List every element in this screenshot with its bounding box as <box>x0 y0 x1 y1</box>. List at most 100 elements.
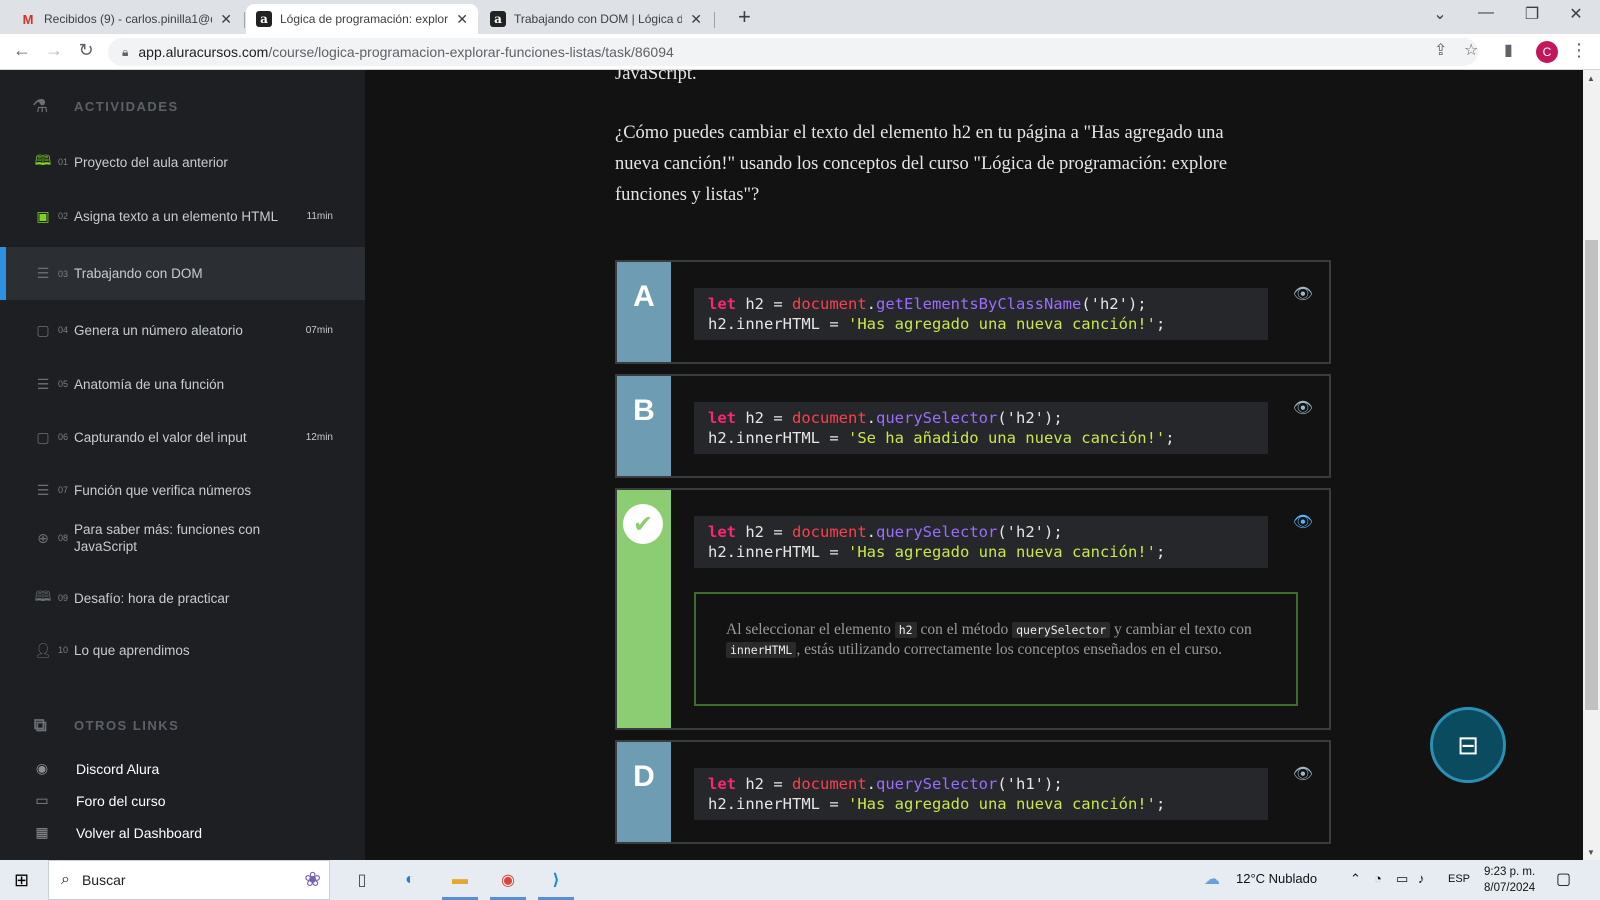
option-d[interactable]: D let h2 = document.querySelector('h1');… <box>615 740 1331 844</box>
item-number: 08 <box>58 533 69 543</box>
edge-icon[interactable]: ◐ <box>396 866 424 894</box>
notifications-icon[interactable]: ▢ <box>1556 869 1571 889</box>
link-foro-curso[interactable]: ▭ Foro del curso <box>34 792 165 809</box>
course-sidebar: ⚗ ACTIVIDADES 🕮 01 Proyecto del aula ant… <box>0 70 365 860</box>
sidebar-item-01[interactable]: 🕮 01 Proyecto del aula anterior <box>0 140 365 184</box>
flask-icon: ⚗ <box>32 96 50 116</box>
network-icon[interactable]: ◔ <box>1374 871 1382 886</box>
list-icon: ☰ <box>36 375 50 392</box>
plus-circle-icon: ⊕ <box>37 529 49 546</box>
eye-icon[interactable]: 👁︎ <box>1293 764 1313 784</box>
browser-menu-icon[interactable]: ⋮ <box>1570 40 1588 61</box>
close-tab-icon[interactable]: ✕ <box>220 11 232 28</box>
links-icon: ⧉ <box>33 715 49 735</box>
checkmark-icon: ✔ <box>623 504 663 544</box>
new-tab-button[interactable]: + <box>738 4 751 30</box>
page-scrollbar[interactable]: ▲ ▼ <box>1583 70 1600 860</box>
tab-trabajando-dom[interactable]: a Trabajando con DOM | Lógica de ✕ <box>480 4 712 34</box>
chrome-icon[interactable]: ◉ <box>494 866 522 894</box>
search-highlight-icon: ❀ <box>304 869 321 891</box>
close-tab-icon[interactable]: ✕ <box>690 11 702 28</box>
browser-tab-strip: M Recibidos (9) - carlos.pinilla1@dc ✕ a… <box>0 0 1600 34</box>
tray-chevron-icon[interactable]: ⌃ <box>1350 871 1361 887</box>
discord-icon: ◉ <box>35 760 49 776</box>
share-icon[interactable]: ⇪ <box>1434 40 1447 60</box>
option-letter: D <box>617 742 671 842</box>
weather-text[interactable]: 12°C Nublado <box>1236 871 1317 886</box>
windows-start-icon[interactable]: ⊞ <box>14 870 29 891</box>
tab-title: Recibidos (9) - carlos.pinilla1@dc <box>44 12 213 26</box>
close-window-button[interactable]: ✕ <box>1556 4 1596 24</box>
sidebar-item-03[interactable]: ☰ 03 Trabajando con DOM <box>0 247 365 300</box>
weather-cloud-icon: ☁ <box>1204 871 1220 888</box>
close-tab-icon[interactable]: ✕ <box>456 11 468 28</box>
back-button[interactable]: ← <box>10 40 34 61</box>
volume-icon[interactable]: ♪ <box>1418 871 1425 886</box>
link-volver-dashboard[interactable]: ▦ Volver al Dashboard <box>34 824 202 841</box>
item-number: 07 <box>58 485 69 495</box>
forward-button[interactable]: → <box>42 40 66 61</box>
eye-icon[interactable]: 👁︎ <box>1293 398 1313 418</box>
battery-icon[interactable]: ▭ <box>1396 871 1408 887</box>
task-view-icon[interactable]: ▯ <box>348 866 376 894</box>
list-icon: ☰ <box>36 265 50 281</box>
scroll-down-icon[interactable]: ▼ <box>1587 848 1595 857</box>
item-number: 01 <box>58 157 69 167</box>
item-duration: 07min <box>305 324 333 336</box>
scroll-thumb[interactable] <box>1585 240 1598 710</box>
item-label: Para saber más: funciones con JavaScript <box>74 522 261 554</box>
restore-button[interactable]: ❐ <box>1512 4 1552 24</box>
option-b[interactable]: B let h2 = document.querySelector('h2');… <box>615 374 1331 478</box>
sidebar-item-10[interactable]: 👤︎ 10 Lo que aprendimos <box>0 628 365 672</box>
dashboard-icon: ▦ <box>35 824 49 840</box>
link-discord-alura[interactable]: ◉ Discord Alura <box>34 760 159 777</box>
chat-assistant-button[interactable]: ⊟ <box>1430 707 1506 783</box>
sidebar-item-02[interactable]: ▣ 02 Asigna texto a un elemento HTML 11m… <box>0 194 365 238</box>
eye-icon[interactable]: 👁︎ <box>1293 284 1313 304</box>
vscode-icon[interactable]: ⟩ <box>542 866 570 894</box>
bookmark-star-icon[interactable]: ☆ <box>1464 40 1478 60</box>
tab-gmail[interactable]: M Recibidos (9) - carlos.pinilla1@dc ✕ <box>10 4 242 34</box>
language-indicator[interactable]: ESP <box>1448 873 1470 885</box>
book-icon: 🕮 <box>34 152 52 168</box>
profile-avatar[interactable]: C <box>1536 41 1558 63</box>
activities-header: ⚗ ACTIVIDADES <box>30 96 179 117</box>
option-a[interactable]: A let h2 = document.getElementsByClassNa… <box>615 260 1331 364</box>
sidebar-item-09[interactable]: 🕮 09 Desafío: hora de practicar <box>0 576 365 620</box>
url-path: /course/logica-programacion-explorar-fun… <box>268 44 674 60</box>
sidebar-item-07[interactable]: ☰ 07 Función que verifica números <box>0 468 365 512</box>
url-bar[interactable]: 🔒︎ app.aluracursos.com/course/logica-pro… <box>108 38 1478 66</box>
option-letter: A <box>617 262 671 362</box>
taskbar-search[interactable]: ⌕ Buscar ❀ <box>48 860 330 900</box>
search-placeholder: Buscar <box>81 872 126 888</box>
side-panel-icon[interactable]: ▮ <box>1504 40 1513 60</box>
option-c-correct[interactable]: ✔ let h2 = document.querySelector('h2');… <box>615 488 1331 730</box>
tab-logica-programacion[interactable]: a Lógica de programación: explora ✕ <box>246 4 478 34</box>
link-label: Foro del curso <box>76 792 166 809</box>
item-number: 06 <box>58 432 69 442</box>
minimize-button[interactable]: — <box>1466 4 1506 22</box>
other-links-header: ⧉ OTROS LINKS <box>30 715 179 736</box>
sidebar-item-08[interactable]: ⊕ 08 Para saber más: funciones con JavaS… <box>0 518 290 558</box>
item-number: 05 <box>58 379 69 389</box>
address-toolbar: ← → ↻ 🔒︎ app.aluracursos.com/course/logi… <box>0 34 1600 70</box>
item-duration: 11min <box>306 210 334 222</box>
eye-icon[interactable]: 👁︎ <box>1293 512 1313 532</box>
forum-icon: ▭ <box>35 792 49 808</box>
sidebar-item-06[interactable]: ▢ 06 Capturando el valor del input 12min <box>0 415 365 459</box>
sidebar-item-04[interactable]: ▢ 04 Genera un número aleatorio 07min <box>0 308 365 352</box>
video-icon: ▢ <box>36 428 50 445</box>
system-clock[interactable]: 9:23 p. m. 8/07/2024 <box>1484 864 1535 896</box>
link-label: Discord Alura <box>76 760 160 777</box>
code-block: let h2 = document.querySelector('h2'); h… <box>694 516 1268 568</box>
tab-title: Trabajando con DOM | Lógica de <box>514 12 683 26</box>
code-block: let h2 = document.querySelector('h2'); h… <box>694 402 1268 454</box>
sidebar-item-05[interactable]: ☰ 05 Anatomía de una función <box>0 362 365 406</box>
alura-icon: a <box>256 11 272 27</box>
item-label: Trabajando con DOM <box>74 266 203 281</box>
tab-search-icon[interactable]: ⌄ <box>1420 4 1460 24</box>
scroll-up-icon[interactable]: ▲ <box>1587 74 1595 83</box>
clock-date: 8/07/2024 <box>1484 882 1536 894</box>
reload-button[interactable]: ↻ <box>74 40 98 61</box>
file-explorer-icon[interactable]: ▬ <box>446 866 474 894</box>
